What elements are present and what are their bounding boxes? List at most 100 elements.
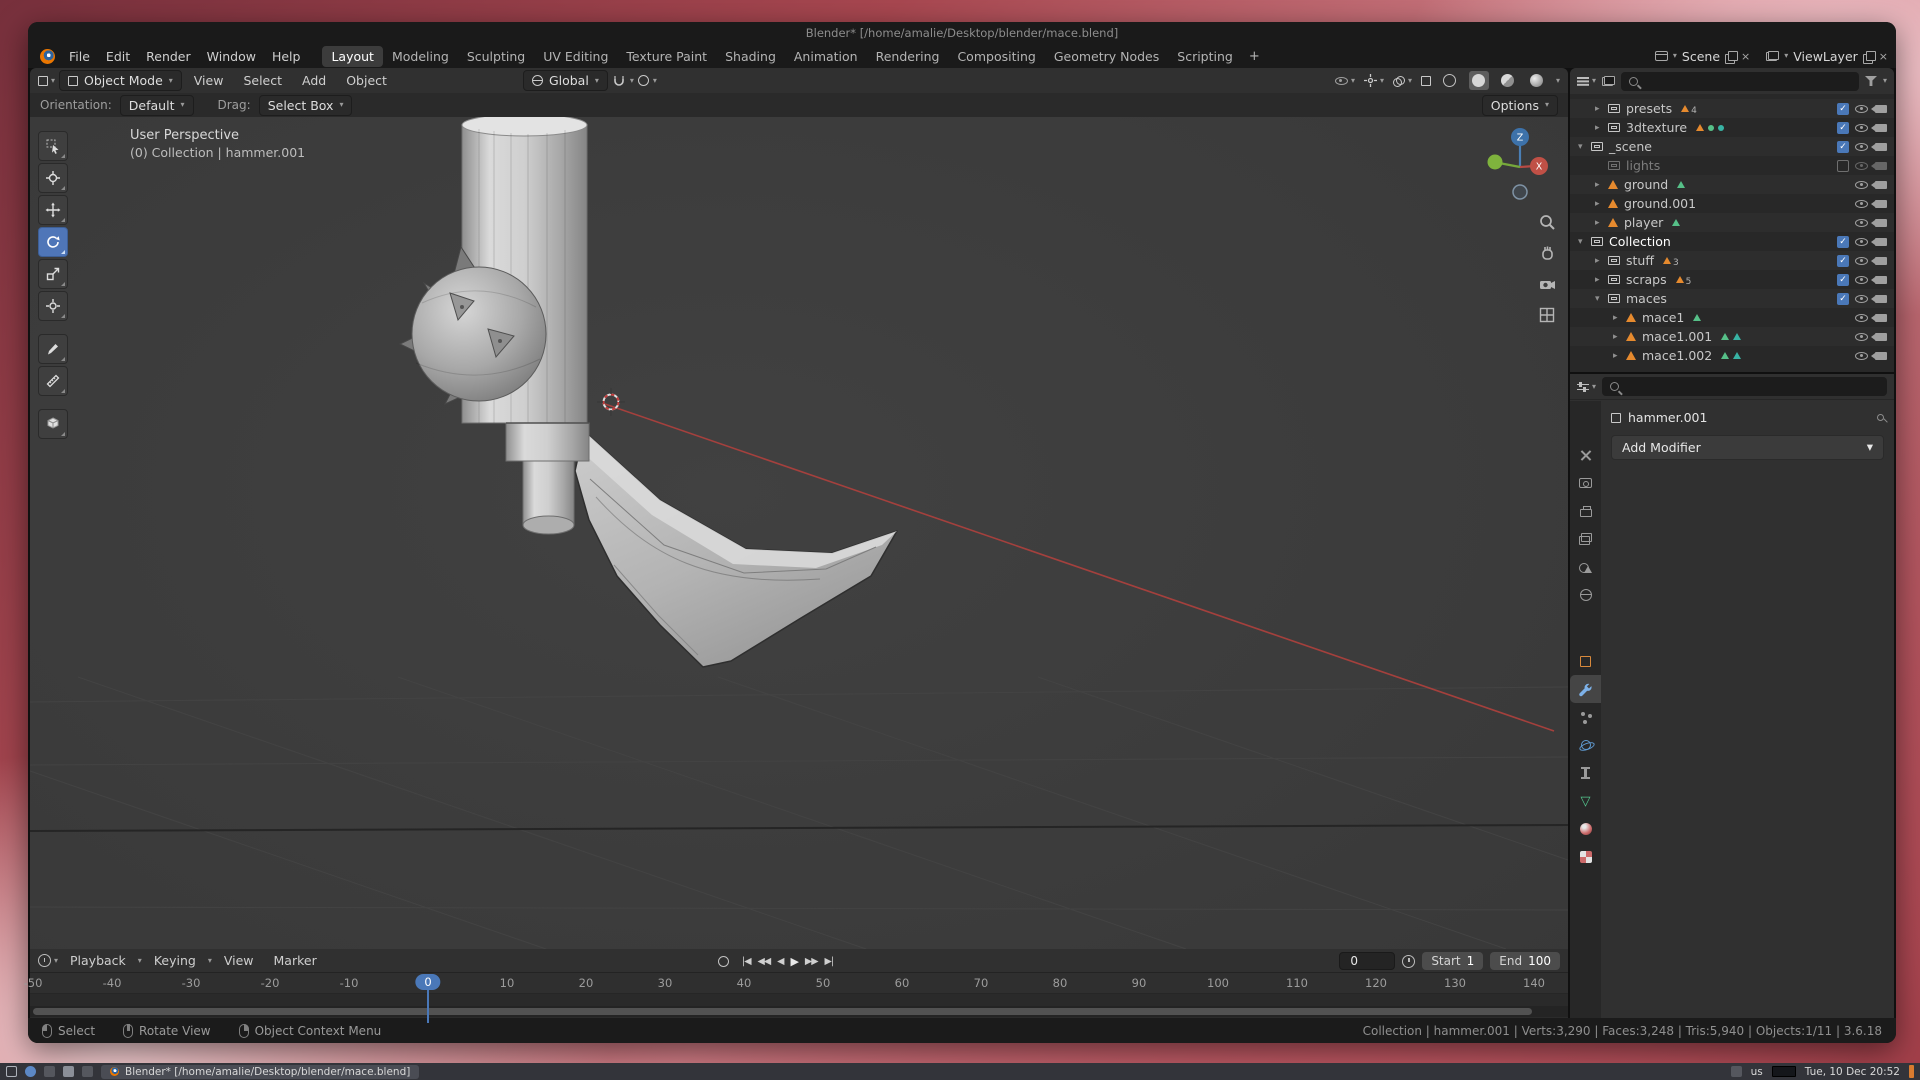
render-visibility-icon[interactable] xyxy=(1875,124,1887,132)
select-box-tool[interactable] xyxy=(38,131,68,161)
hide-icon[interactable] xyxy=(1855,276,1868,284)
chevron-down-icon[interactable]: ▾ xyxy=(1784,52,1788,60)
menu-file[interactable]: File xyxy=(61,47,98,66)
workspace-tab-sculpting[interactable]: Sculpting xyxy=(458,46,534,67)
transform-orientation-dropdown[interactable]: Global▾ xyxy=(523,70,608,91)
tab-world[interactable] xyxy=(1570,581,1601,609)
tab-output[interactable] xyxy=(1570,497,1601,525)
pin-icon[interactable] xyxy=(1877,414,1884,421)
hide-icon[interactable] xyxy=(1855,238,1868,246)
menu-window[interactable]: Window xyxy=(199,47,264,66)
render-visibility-icon[interactable] xyxy=(1875,200,1887,208)
properties-search[interactable] xyxy=(1602,377,1887,396)
viewport-menu-object[interactable]: Object xyxy=(338,71,395,90)
tab-constraints[interactable] xyxy=(1570,759,1601,787)
render-visibility-icon[interactable] xyxy=(1875,333,1887,341)
properties-editor-type-button[interactable]: ▾ xyxy=(1577,382,1596,392)
hide-icon[interactable] xyxy=(1855,257,1868,265)
render-visibility-icon[interactable] xyxy=(1875,162,1887,170)
exclude-checkbox[interactable]: ✓ xyxy=(1837,141,1849,153)
editor-icon[interactable] xyxy=(82,1066,93,1077)
workspace-tab-layout[interactable]: Layout xyxy=(322,46,383,67)
ortho-grid-icon[interactable] xyxy=(1538,306,1556,324)
render-visibility-icon[interactable] xyxy=(1875,143,1887,151)
outliner-row-player[interactable]: ▸ player xyxy=(1570,213,1894,232)
tab-physics[interactable] xyxy=(1570,731,1601,759)
scale-tool[interactable] xyxy=(38,259,68,289)
outliner-row-maces[interactable]: ▾ maces ✓ xyxy=(1570,289,1894,308)
chevron-down-icon[interactable]: ▾ xyxy=(1673,52,1677,60)
expand-icon[interactable]: ▸ xyxy=(1613,313,1626,323)
object-name[interactable]: hammer.001 xyxy=(1628,410,1707,425)
hide-icon[interactable] xyxy=(1855,295,1868,303)
keyboard-layout[interactable]: us xyxy=(1751,1066,1763,1078)
workspace-tab-scripting[interactable]: Scripting xyxy=(1168,46,1242,67)
filter-icon[interactable] xyxy=(1865,76,1877,86)
expand-icon[interactable]: ▸ xyxy=(1613,332,1626,342)
timeline-menu-playback[interactable]: Playback xyxy=(62,951,134,970)
browser-icon[interactable] xyxy=(25,1066,36,1077)
hide-icon[interactable] xyxy=(1855,162,1868,170)
timeline-menu-keying[interactable]: Keying xyxy=(146,951,204,970)
hide-icon[interactable] xyxy=(1855,352,1868,360)
hide-icon[interactable] xyxy=(1855,143,1868,151)
terminal-icon[interactable] xyxy=(44,1066,55,1077)
render-visibility-icon[interactable] xyxy=(1875,219,1887,227)
scene-icon[interactable] xyxy=(1655,51,1668,61)
outliner-row-presets[interactable]: ▸ presets 4 ✓ xyxy=(1570,99,1894,118)
collapse-icon[interactable]: ▾ xyxy=(1595,294,1608,304)
viewlayer-selector[interactable]: ViewLayer xyxy=(1793,49,1858,64)
play-button[interactable]: ▶ xyxy=(790,955,797,968)
hide-icon[interactable] xyxy=(1855,124,1868,132)
expand-icon[interactable]: ▸ xyxy=(1613,351,1626,361)
overlays-toggle[interactable]: ▾ xyxy=(1393,76,1412,86)
current-frame-field[interactable]: 0 xyxy=(1339,952,1395,970)
cursor-tool[interactable] xyxy=(38,163,68,193)
menu-edit[interactable]: Edit xyxy=(98,47,138,66)
tab-texture[interactable] xyxy=(1570,843,1601,871)
workspace-tab-animation[interactable]: Animation xyxy=(785,46,867,67)
files-icon[interactable] xyxy=(63,1066,74,1077)
expand-icon[interactable]: ▸ xyxy=(1595,104,1608,114)
annotate-tool[interactable] xyxy=(38,334,68,364)
tab-object[interactable] xyxy=(1570,647,1601,675)
snap-magnet-icon[interactable] xyxy=(612,74,626,88)
camera-view-icon[interactable] xyxy=(1538,275,1556,293)
hide-icon[interactable] xyxy=(1855,200,1868,208)
exclude-checkbox[interactable]: ✓ xyxy=(1837,103,1849,115)
drag-dropdown[interactable]: Select Box▾ xyxy=(259,95,353,116)
options-dropdown[interactable]: Options▾ xyxy=(1482,95,1558,116)
taskbar-window-button[interactable]: Blender* [/home/amalie/Desktop/blender/m… xyxy=(101,1065,419,1079)
timeline-editor-type-button[interactable]: ▾ xyxy=(38,954,58,967)
timeline-ruler[interactable]: -50 -40 -30 -20 -10 0 10 20 30 40 50 60 … xyxy=(30,973,1568,993)
scene-selector[interactable]: Scene xyxy=(1682,49,1720,64)
tab-render[interactable] xyxy=(1570,469,1601,497)
mace-object[interactable] xyxy=(400,117,897,667)
outliner-row-ground[interactable]: ▸ ground xyxy=(1570,175,1894,194)
collapse-icon[interactable]: ▾ xyxy=(1578,237,1591,247)
tab-scene[interactable] xyxy=(1570,553,1601,581)
outliner-row-ground-001[interactable]: ▸ ground.001 xyxy=(1570,194,1894,213)
exclude-checkbox[interactable]: ✓ xyxy=(1837,274,1849,286)
window-titlebar[interactable]: Blender* [/home/amalie/Desktop/blender/m… xyxy=(28,22,1896,44)
outliner-row-mace1[interactable]: ▸ mace1 xyxy=(1570,308,1894,327)
exclude-checkbox[interactable]: ✓ xyxy=(1837,255,1849,267)
next-keyframe-button[interactable]: ▶▶ xyxy=(805,956,818,967)
menu-render[interactable]: Render xyxy=(138,47,199,66)
render-visibility-icon[interactable] xyxy=(1875,352,1887,360)
viewport-menu-view[interactable]: View xyxy=(186,71,232,90)
new-viewlayer-icon[interactable] xyxy=(1863,51,1874,62)
new-scene-icon[interactable] xyxy=(1725,51,1736,62)
3d-viewport[interactable]: User Perspective (0) Collection | hammer… xyxy=(30,117,1568,949)
timeline-menu-view[interactable]: View xyxy=(216,951,262,970)
move-tool[interactable] xyxy=(38,195,68,225)
hide-icon[interactable] xyxy=(1855,105,1868,113)
gizmo-y-axis[interactable] xyxy=(1488,155,1503,170)
timeline-track-area[interactable] xyxy=(30,993,1568,1006)
exclude-checkbox[interactable]: ✓ xyxy=(1837,236,1849,248)
unlink-scene-icon[interactable]: × xyxy=(1741,51,1750,62)
xray-toggle-icon[interactable] xyxy=(1421,76,1431,86)
timeline-menu-marker[interactable]: Marker xyxy=(266,951,325,970)
expand-icon[interactable]: ▸ xyxy=(1595,218,1608,228)
outliner-row-mace1-002[interactable]: ▸ mace1.002 xyxy=(1570,346,1894,365)
